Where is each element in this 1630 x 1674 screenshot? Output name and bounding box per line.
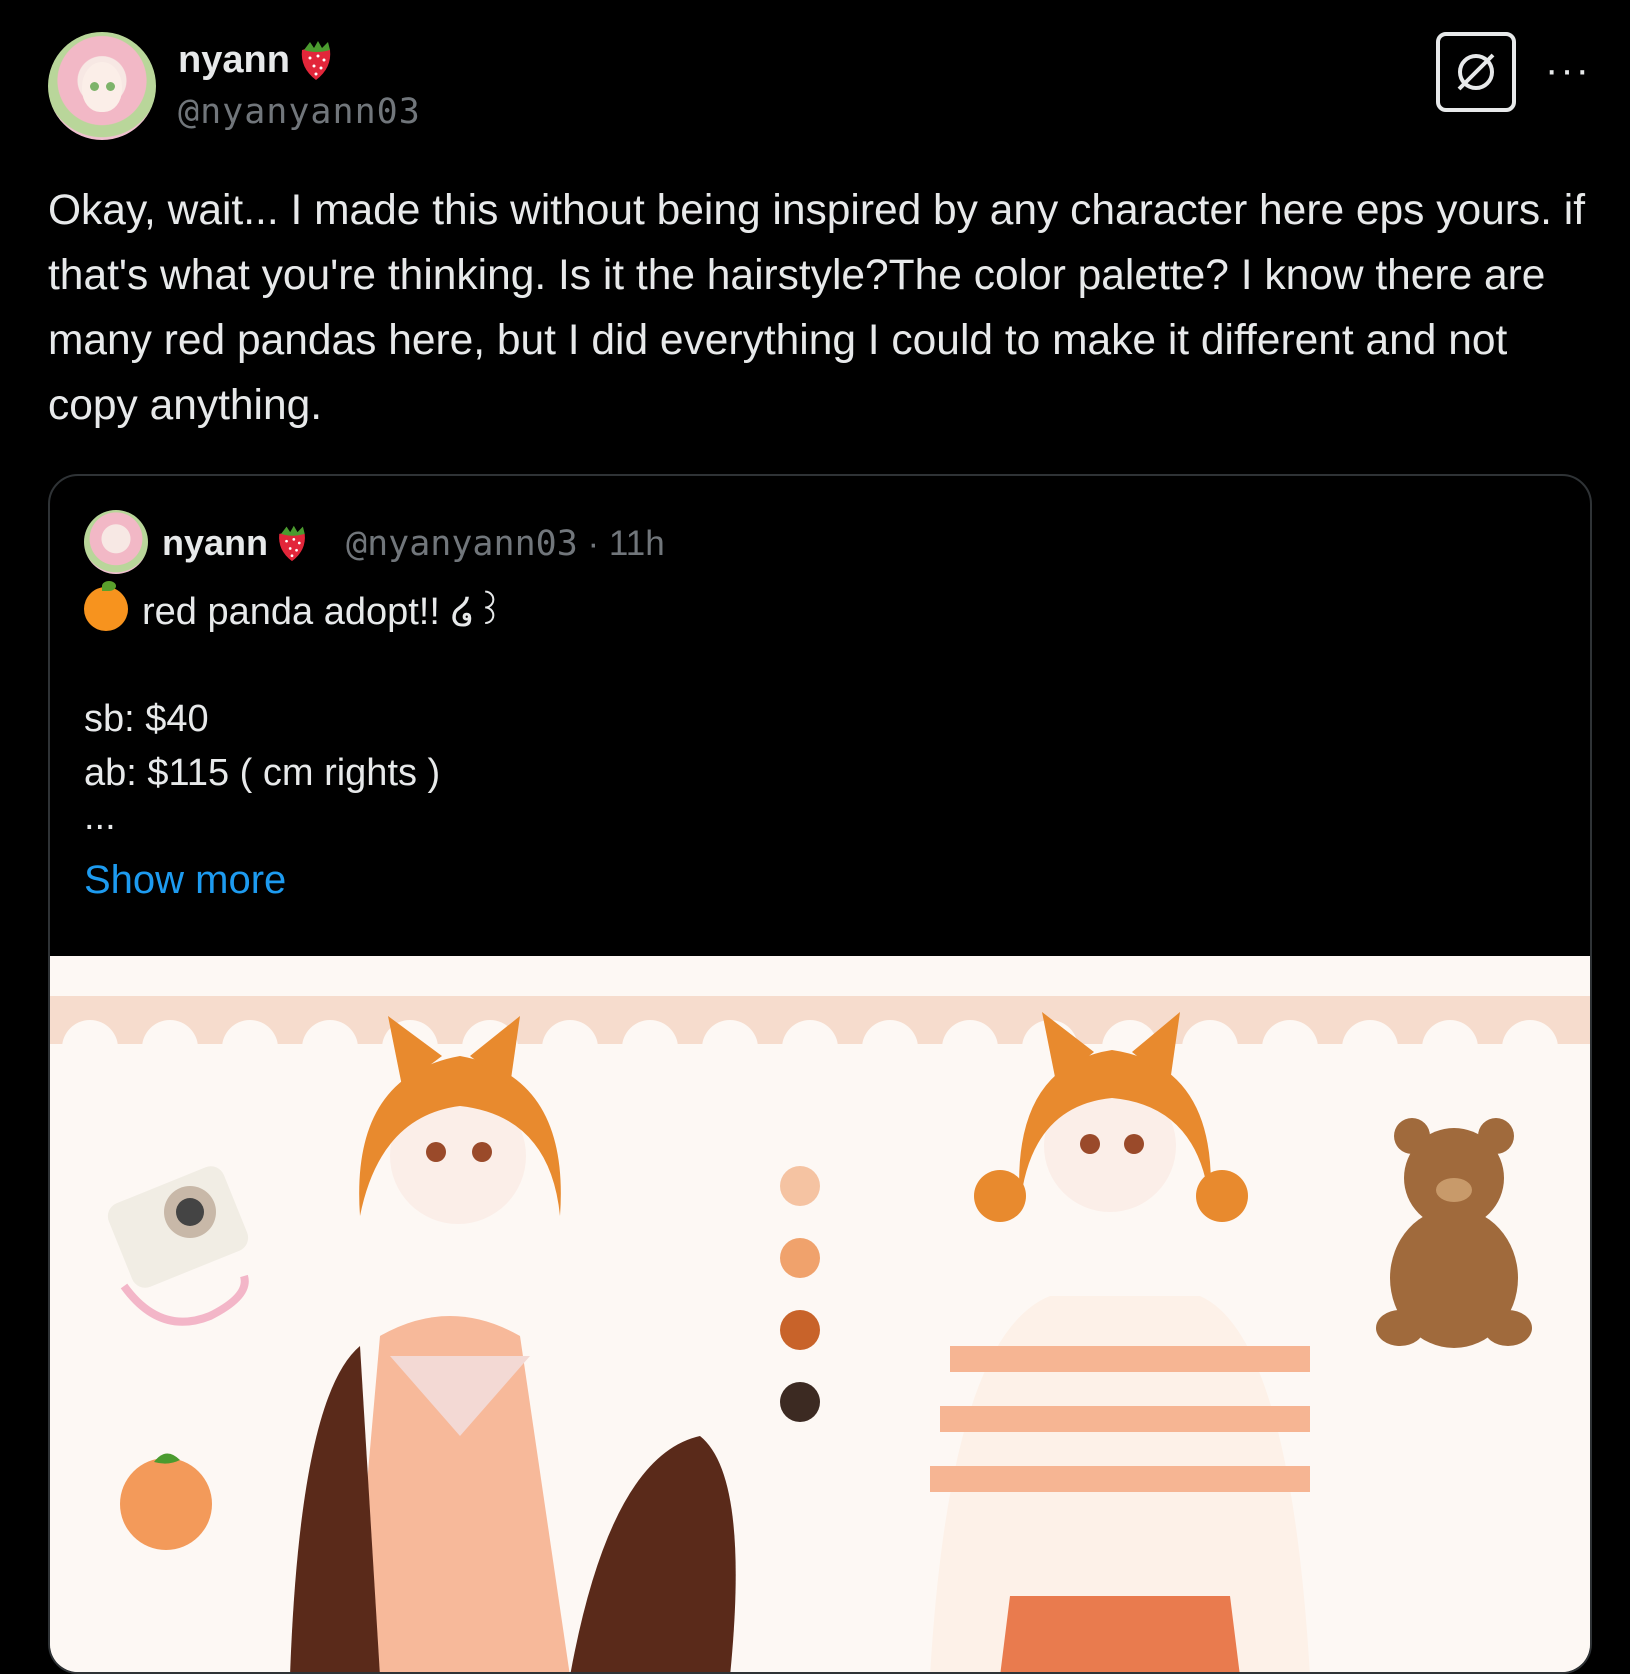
orange-icon: [84, 581, 128, 631]
author-avatar[interactable]: [48, 32, 156, 140]
author-name[interactable]: nyann: [178, 38, 338, 82]
grok-icon: [1457, 53, 1495, 91]
starting-bid-line: sb: $40: [84, 698, 209, 740]
author-handle[interactable]: @nyanyann03: [178, 92, 421, 132]
avatar-face: [82, 62, 122, 112]
show-more-link[interactable]: Show more: [84, 858, 286, 903]
truncation-ellipsis: ...: [84, 796, 116, 838]
avatar-eye: [90, 82, 99, 91]
quoted-post[interactable]: nyann @nyanyann03 · 11h red panda adopt!…: [48, 474, 1592, 1674]
post-text: Okay, wait... I made this without being …: [48, 187, 1586, 429]
grok-button[interactable]: [1436, 32, 1516, 112]
quoted-timestamp[interactable]: 11h: [609, 524, 665, 563]
strawberry-icon: [279, 525, 305, 562]
quoted-line-text: red panda adopt!! ໒꒱: [142, 591, 505, 633]
author-name-text: nyann: [178, 38, 290, 81]
meta-separator: ·: [587, 524, 600, 563]
quoted-author-name[interactable]: nyann: [162, 522, 312, 564]
artwork-image: [50, 956, 1590, 1672]
post-image[interactable]: [50, 956, 1590, 1672]
quoted-author-handle[interactable]: @nyanyann03: [346, 524, 578, 564]
quoted-author-avatar[interactable]: [84, 510, 148, 574]
strawberry-icon: [301, 41, 331, 80]
autobuy-line: ab: $115 ( cm rights ): [84, 752, 441, 794]
more-options-icon[interactable]: ···: [1545, 50, 1591, 90]
quoted-prices: sb: $40 ab: $115 ( cm rights ): [84, 692, 440, 800]
avatar-eye: [106, 82, 115, 91]
quoted-meta: @nyanyann03 · 11h: [346, 524, 665, 564]
quoted-first-line: red panda adopt!! ໒꒱: [84, 581, 505, 634]
quoted-author-name-text: nyann: [162, 522, 269, 563]
